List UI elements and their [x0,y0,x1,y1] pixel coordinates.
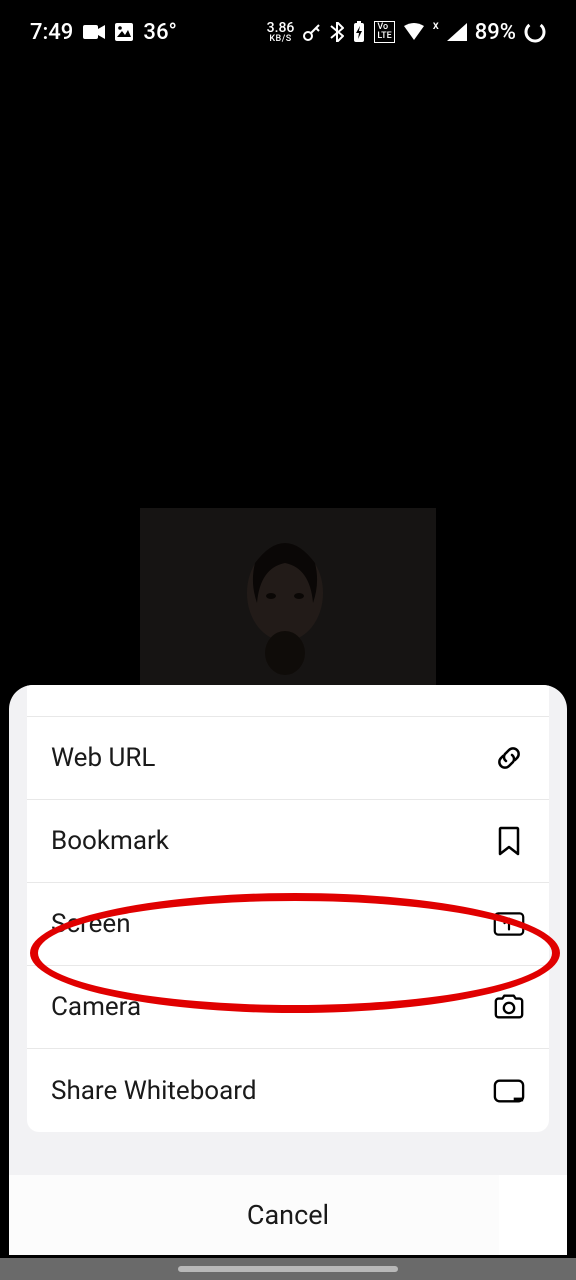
key-icon [302,22,322,42]
share-options-sheet: Document Web URL Bookmark Screen Camera [9,685,567,1255]
cell-signal-icon [447,23,467,41]
option-label: Screen [51,909,131,939]
image-icon [115,23,133,41]
camera-recording-icon [83,25,105,39]
net-speed: 3.86 KB/S [267,21,295,44]
decorative-patch [499,1175,567,1255]
cancel-button[interactable]: Cancel [247,1199,329,1231]
video-participant-thumb [140,508,436,708]
share-options-list: Document Web URL Bookmark Screen Camera [27,685,549,1132]
option-document[interactable]: Document [27,685,549,717]
option-camera[interactable]: Camera [27,966,549,1049]
wifi-icon [403,23,425,41]
option-share-whiteboard[interactable]: Share Whiteboard [27,1049,549,1132]
nav-handle[interactable] [0,1258,576,1280]
bluetooth-icon [330,22,344,42]
status-temperature: 36° [143,20,177,45]
option-screen[interactable]: Screen [27,883,549,966]
option-label: Bookmark [51,826,169,856]
status-time: 7:49 [30,20,73,45]
cancel-bar: Cancel [9,1175,567,1255]
status-bar: 7:49 36° 3.86 KB/S VoLTE x 89% [0,0,576,64]
screen-share-icon [493,908,525,940]
battery-charging-icon [352,21,366,43]
volte-badge: VoLTE [374,21,394,43]
option-web-url[interactable]: Web URL [27,717,549,800]
option-label: Web URL [51,743,155,773]
loading-ring-icon [524,21,546,43]
camera-icon [493,991,525,1023]
option-bookmark[interactable]: Bookmark [27,800,549,883]
data-x-indicator: x [433,18,439,32]
whiteboard-icon [493,1075,525,1107]
bookmark-icon [493,825,525,857]
option-label: Share Whiteboard [51,1076,257,1106]
option-label: Camera [51,992,141,1022]
battery-percentage: 89% [475,20,516,45]
link-icon [493,742,525,774]
